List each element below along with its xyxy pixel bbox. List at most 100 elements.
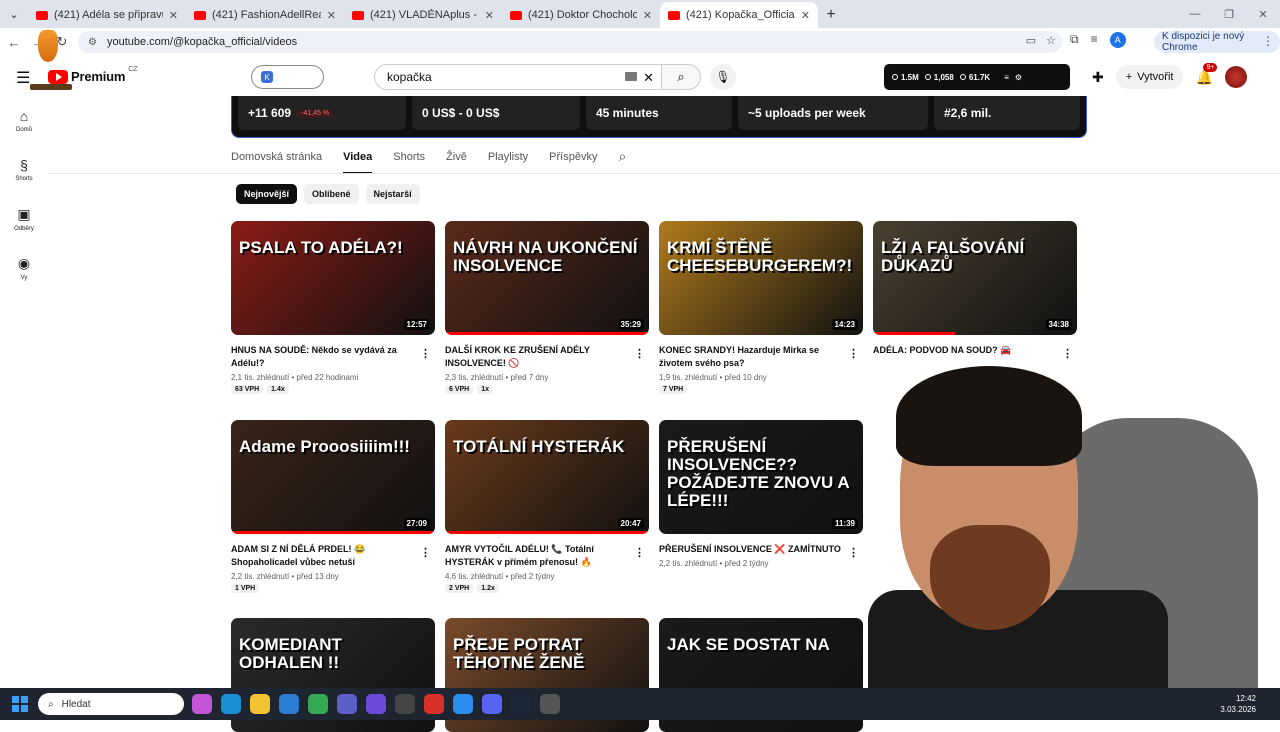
video-card[interactable]: LŽI A FALŠOVÁNÍ DŮKAZŮ 34:38 ADÉLA: PODVOD… bbox=[873, 221, 1077, 381]
video-thumbnail[interactable]: NÁVRH NA UKONČENÍ INSOLVENCE 35:29 bbox=[445, 221, 649, 335]
app-icon[interactable] bbox=[540, 694, 560, 714]
chip-popular[interactable]: Oblíbené bbox=[304, 184, 359, 204]
video-card[interactable]: KRMÍ ŠTĚNĚ CHEESEBURGEREM?! 14:23 KONEC SR… bbox=[659, 221, 863, 394]
close-window-icon[interactable]: ✕ bbox=[1246, 0, 1280, 28]
copilot-icon[interactable] bbox=[192, 694, 212, 714]
address-bar[interactable]: ⚙ youtube.com/@kopačka_official/videos ▭… bbox=[78, 31, 1062, 53]
video-thumbnail[interactable]: TOTÁLNÍ HYSTERÁK 20:47 bbox=[445, 420, 649, 534]
video-title[interactable]: PŘERUŠENÍ INSOLVENCE ❌ ZAMÍTNUTO bbox=[659, 543, 863, 556]
video-menu-icon[interactable]: ⋮ bbox=[634, 347, 645, 360]
browser-tab[interactable]: (421) FashionAdellReal - YouTub ✕ bbox=[186, 2, 344, 28]
site-info-icon[interactable]: ⚙ bbox=[88, 37, 97, 48]
video-menu-icon[interactable]: ⋮ bbox=[420, 546, 431, 559]
video-card[interactable]: Adame Prooosiiiim!!! 27:09 ADAM SI Z NÍ DĚ… bbox=[231, 420, 435, 593]
video-menu-icon[interactable]: ⋮ bbox=[634, 546, 645, 559]
search-input[interactable]: kopačka ✕ bbox=[374, 64, 662, 90]
extension-puzzle-icon[interactable]: ✚ bbox=[1092, 69, 1104, 86]
browser-menu-icon[interactable]: ⋮ bbox=[1262, 34, 1274, 48]
video-thumbnail[interactable]: Adame Prooosiiiim!!! 27:09 bbox=[231, 420, 435, 534]
edge-icon[interactable] bbox=[221, 694, 241, 714]
cast-icon[interactable]: ▭ bbox=[1026, 34, 1036, 47]
app-icon[interactable] bbox=[366, 694, 386, 714]
browser-tab[interactable]: (421) Doktor Chocholoušek - Yo ✕ bbox=[502, 2, 660, 28]
close-tab-icon[interactable]: ✕ bbox=[801, 9, 810, 22]
close-tab-icon[interactable]: ✕ bbox=[643, 9, 652, 22]
browser-tab[interactable]: (421) VLADĚNAplus - YouTube ✕ bbox=[344, 2, 502, 28]
sidebar-item-you[interactable]: ◉ Vy bbox=[0, 243, 48, 292]
tab-shorts[interactable]: Shorts bbox=[393, 144, 425, 174]
taskbar-clock[interactable]: 12:42 3.03.2026 bbox=[1220, 693, 1256, 715]
video-card[interactable]: NÁVRH NA UKONČENÍ INSOLVENCE 35:29 DALŠÍ K… bbox=[445, 221, 649, 394]
stats-menu-icon[interactable]: ≡ bbox=[1004, 73, 1009, 82]
video-menu-icon[interactable]: ⋮ bbox=[848, 347, 859, 360]
extension-pill[interactable]: K bbox=[251, 65, 324, 89]
file-explorer-icon[interactable] bbox=[250, 694, 270, 714]
sidebar-item-subscriptions[interactable]: ▣ Odběry bbox=[0, 194, 48, 243]
teams-icon[interactable] bbox=[337, 694, 357, 714]
outlook-icon[interactable] bbox=[279, 694, 299, 714]
tab-home[interactable]: Domovská stránka bbox=[231, 144, 322, 174]
video-title[interactable]: AMYR VYTOČIL ADÉLU! 📞 Totální HYSTERÁK v… bbox=[445, 543, 649, 569]
profile-avatar[interactable]: A bbox=[1109, 32, 1126, 48]
video-card[interactable]: PSALA TO ADÉLA?! 12:57 HNUS NA SOUDĚ: Někd… bbox=[231, 221, 435, 394]
stat-value: #2,6 mil. bbox=[944, 106, 992, 120]
chip-newest[interactable]: Nejnovější bbox=[236, 184, 298, 204]
notifications-button[interactable]: 🔔 9+ bbox=[1195, 62, 1218, 86]
video-menu-icon[interactable]: ⋮ bbox=[1062, 347, 1073, 360]
video-title[interactable]: HNUS NA SOUDĚ: Někdo se vydává za Adélu!… bbox=[231, 344, 435, 370]
chrome-icon[interactable] bbox=[308, 694, 328, 714]
channel-search-icon[interactable]: ⌕ bbox=[618, 144, 626, 174]
steam-icon[interactable] bbox=[511, 694, 531, 714]
youtube-logo[interactable]: Premium CZ bbox=[48, 66, 138, 84]
video-menu-icon[interactable]: ⋮ bbox=[420, 347, 431, 360]
video-title[interactable]: ADÉLA: PODVOD NA SOUD? 🚘 bbox=[873, 344, 1077, 357]
video-title[interactable]: ADAM SI Z NÍ DĚLÁ PRDEL! 😂 Shopaholicade… bbox=[231, 543, 435, 569]
browser-tab[interactable]: (421) Adéla se připravuje do za ✕ bbox=[28, 2, 186, 28]
close-tab-icon[interactable]: ✕ bbox=[169, 9, 178, 22]
app-icon[interactable] bbox=[424, 694, 444, 714]
tab-playlists[interactable]: Playlisty bbox=[488, 144, 528, 174]
close-tab-icon[interactable]: ✕ bbox=[327, 9, 336, 22]
video-title[interactable]: KONEC SRANDY! Hazarduje Mirka se životem… bbox=[659, 344, 863, 370]
tab-live[interactable]: Živě bbox=[446, 144, 467, 174]
tab-videos[interactable]: Videa bbox=[343, 144, 373, 174]
video-title[interactable]: DALŠÍ KROK KE ZRUŠENÍ ADÉLY INSOLVENCE! … bbox=[445, 344, 649, 370]
browser-tab-active[interactable]: (421) Kopačka_Official - YouTub ✕ bbox=[660, 2, 818, 28]
clear-search-icon[interactable]: ✕ bbox=[643, 70, 654, 86]
app-icon[interactable] bbox=[453, 694, 473, 714]
tab-posts[interactable]: Příspěvky bbox=[549, 144, 597, 174]
discord-icon[interactable] bbox=[482, 694, 502, 714]
sidebar-item-shorts[interactable]: § Shorts bbox=[0, 145, 48, 194]
back-icon[interactable]: ← bbox=[2, 35, 26, 50]
video-thumbnail[interactable]: PŘERUŠENÍ INSOLVENCE?? POŽÁDEJTE ZNOVU A… bbox=[659, 420, 863, 534]
minimize-icon[interactable]: — bbox=[1178, 0, 1212, 28]
chip-oldest[interactable]: Nejstarší bbox=[365, 184, 420, 204]
video-thumbnail[interactable]: PSALA TO ADÉLA?! 12:57 bbox=[231, 221, 435, 335]
taskbar-search[interactable]: ⌕ Hledat bbox=[38, 693, 184, 715]
video-thumbnail[interactable]: LŽI A FALŠOVÁNÍ DŮKAZŮ 34:38 bbox=[873, 221, 1077, 335]
menu-icon[interactable]: ☰ bbox=[16, 68, 30, 88]
channel-stats-extension[interactable]: 1.5M 1,058 61.7K ≡ ⚙ bbox=[884, 64, 1070, 90]
video-card[interactable]: PŘERUŠENÍ INSOLVENCE?? POŽÁDEJTE ZNOVU A… bbox=[659, 420, 863, 568]
video-thumbnail[interactable]: KRMÍ ŠTĚNĚ CHEESEBURGEREM?! 14:23 bbox=[659, 221, 863, 335]
voice-search-button[interactable]: 🎙 bbox=[710, 64, 736, 90]
close-tab-icon[interactable]: ✕ bbox=[485, 9, 494, 22]
keyboard-icon[interactable] bbox=[625, 72, 637, 81]
video-card[interactable]: TOTÁLNÍ HYSTERÁK 20:47 AMYR VYTOČIL ADÉLU!… bbox=[445, 420, 649, 593]
sidebar-item-home[interactable]: ⌂ Domů bbox=[0, 96, 48, 145]
video-menu-icon[interactable]: ⋮ bbox=[848, 546, 859, 559]
new-tab-button[interactable]: + bbox=[818, 2, 844, 28]
bookmark-star-icon[interactable]: ☆ bbox=[1046, 34, 1056, 47]
video-badges: 1 VPH bbox=[231, 584, 435, 593]
maximize-icon[interactable]: ❐ bbox=[1212, 0, 1246, 28]
extensions-icon[interactable]: ⧉ bbox=[1070, 32, 1079, 48]
search-button[interactable]: ⌕ bbox=[661, 64, 701, 90]
wordpad-icon[interactable] bbox=[395, 694, 415, 714]
create-button[interactable]: + Vytvořit bbox=[1115, 65, 1184, 89]
tab-search-icon[interactable]: ⌄ bbox=[0, 0, 28, 28]
reading-list-icon[interactable]: ≡ bbox=[1091, 32, 1098, 48]
account-avatar[interactable] bbox=[1224, 66, 1247, 88]
video-views: 4,6 tis. zhlédnutí bbox=[445, 572, 504, 581]
settings-icon[interactable]: ⚙ bbox=[1015, 73, 1022, 82]
windows-start-icon[interactable] bbox=[12, 696, 28, 712]
